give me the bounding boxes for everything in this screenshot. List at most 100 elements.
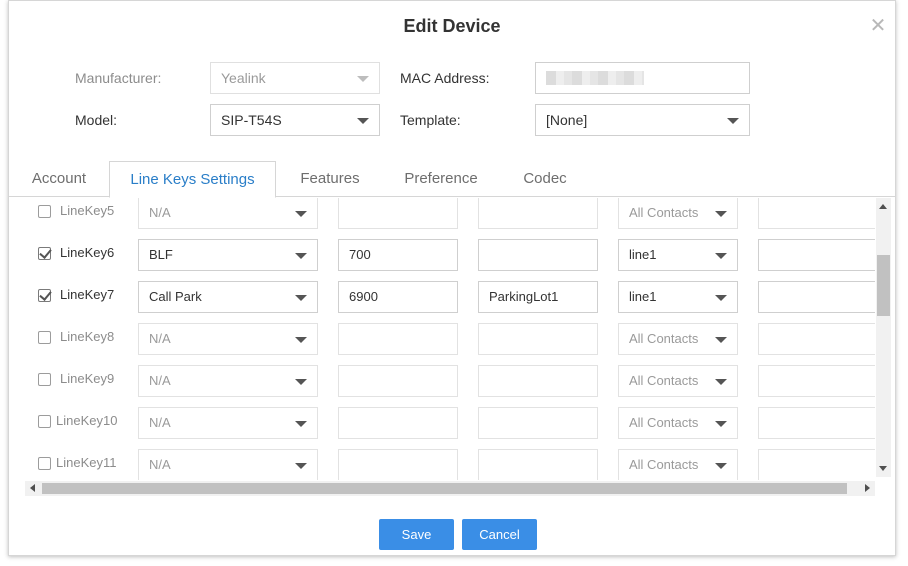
linekey-value-input[interactable]: 700 [338,239,458,271]
tab-line-keys-settings[interactable]: Line Keys Settings [109,161,276,198]
horizontal-scrollbar[interactable] [25,481,875,496]
linekey-line-value: line1 [629,247,657,262]
scroll-up-arrow-icon[interactable] [879,204,887,209]
linekey-checkbox[interactable] [38,415,51,428]
model-select[interactable]: SIP-T54S [210,104,380,136]
manufacturer-label: Manufacturer: [75,70,162,86]
linekey-extra-input [758,407,875,439]
scroll-down-arrow-icon[interactable] [879,466,887,471]
linekey-label-input [478,407,598,439]
linekey-line-select: All Contacts [618,449,738,480]
linekey-checkbox[interactable] [38,457,51,470]
linekey-type-select[interactable]: BLF [138,239,318,271]
chevron-down-icon [295,463,307,469]
chevron-down-icon [357,118,369,124]
tab-codec[interactable]: Codec [513,161,577,197]
template-select[interactable]: [None] [535,104,750,136]
linekey-value-input [338,449,458,480]
scrollbar-thumb[interactable] [877,255,890,316]
linekey-line-select: All Contacts [618,365,738,397]
linekey-checkbox[interactable] [38,373,51,386]
scroll-left-arrow-icon[interactable] [30,484,35,492]
linekey-label: LineKey6 [60,245,115,260]
linekey-type-value: Call Park [149,289,202,304]
mac-address-input[interactable] [535,62,750,94]
linekey-line-select: All Contacts [618,407,738,439]
linekey-line-value: All Contacts [629,457,699,472]
manufacturer-select: Yealink [210,62,380,94]
chevron-down-icon [295,211,307,217]
close-icon[interactable]: ✕ [867,15,889,37]
linekey-extra-input [758,365,875,397]
scroll-right-arrow-icon[interactable] [865,484,870,492]
linekey-value-text: 6900 [349,289,378,304]
linekey-value-input[interactable]: 6900 [338,281,458,313]
linekey-value-text: 700 [349,247,371,262]
linekey-label: LineKey7 [60,287,115,302]
mac-address-label: MAC Address: [400,70,490,86]
linekey-line-select: All Contacts [618,323,738,355]
linekey-label-input[interactable]: ParkingLot1 [478,281,598,313]
linekey-line-select[interactable]: line1 [618,281,738,313]
chevron-down-icon [295,253,307,259]
chevron-down-icon [295,379,307,385]
chevron-down-icon [295,295,307,301]
linekey-line-value: line1 [629,289,657,304]
linekey-type-value: N/A [149,457,171,472]
tab-preference[interactable]: Preference [395,161,487,197]
chevron-down-icon [357,76,369,82]
linekey-value-input [338,365,458,397]
scrollbar-thumb[interactable] [42,483,847,494]
linekey-type-select: N/A [138,365,318,397]
chevron-down-icon [727,118,739,124]
linekey-checkbox[interactable] [38,205,51,218]
linekey-extra-input[interactable] [758,239,875,271]
linekey-type-select: N/A [138,198,318,229]
linekey-row: LineKey10 N/A All Contacts [25,407,875,449]
linekey-line-value: All Contacts [629,373,699,388]
chevron-down-icon [715,463,727,469]
linekey-label: LineKey5 [60,203,115,218]
linekey-type-value: N/A [149,373,171,388]
tab-bar: Account Line Keys Settings Features Pref… [9,161,895,198]
chevron-down-icon [715,295,727,301]
linekey-value-input [338,407,458,439]
linekey-type-select[interactable]: Call Park [138,281,318,313]
linekey-label: LineKey8 [60,329,115,344]
linekey-checkbox[interactable] [38,247,51,260]
linekey-type-select: N/A [138,449,318,480]
manufacturer-value: Yealink [221,70,266,86]
linekey-label-input[interactable] [478,239,598,271]
vertical-scrollbar[interactable] [876,198,891,477]
linekey-type-select: N/A [138,407,318,439]
linekey-extra-input [758,323,875,355]
linekey-type-value: N/A [149,415,171,430]
save-button[interactable]: Save [379,519,454,550]
model-label: Model: [75,112,118,128]
linekey-extra-input [758,449,875,480]
linekey-row: LineKey9 N/A All Contacts [25,365,875,407]
linekey-checkbox[interactable] [38,331,51,344]
linekey-line-select[interactable]: line1 [618,239,738,271]
chevron-down-icon [295,421,307,427]
linekey-label: LineKey10 [56,413,118,428]
template-value: [None] [546,112,588,128]
linekey-label-input [478,198,598,229]
linekey-label-input [478,323,598,355]
mac-address-redacted [546,71,644,85]
linekey-value-input [338,198,458,229]
linekey-checkbox[interactable] [38,289,51,302]
linekey-line-select: All Contacts [618,198,738,229]
chevron-down-icon [715,421,727,427]
cancel-button[interactable]: Cancel [462,519,537,550]
chevron-down-icon [295,337,307,343]
linekey-value-input [338,323,458,355]
linekey-extra-input [758,198,875,229]
linekey-extra-input[interactable] [758,281,875,313]
tab-account[interactable]: Account [19,161,99,197]
linekey-type-select: N/A [138,323,318,355]
tab-features[interactable]: Features [290,161,370,197]
chevron-down-icon [715,211,727,217]
linekey-row: LineKey7 Call Park 6900 ParkingLot1 line1 [25,281,875,323]
linekey-line-value: All Contacts [629,331,699,346]
